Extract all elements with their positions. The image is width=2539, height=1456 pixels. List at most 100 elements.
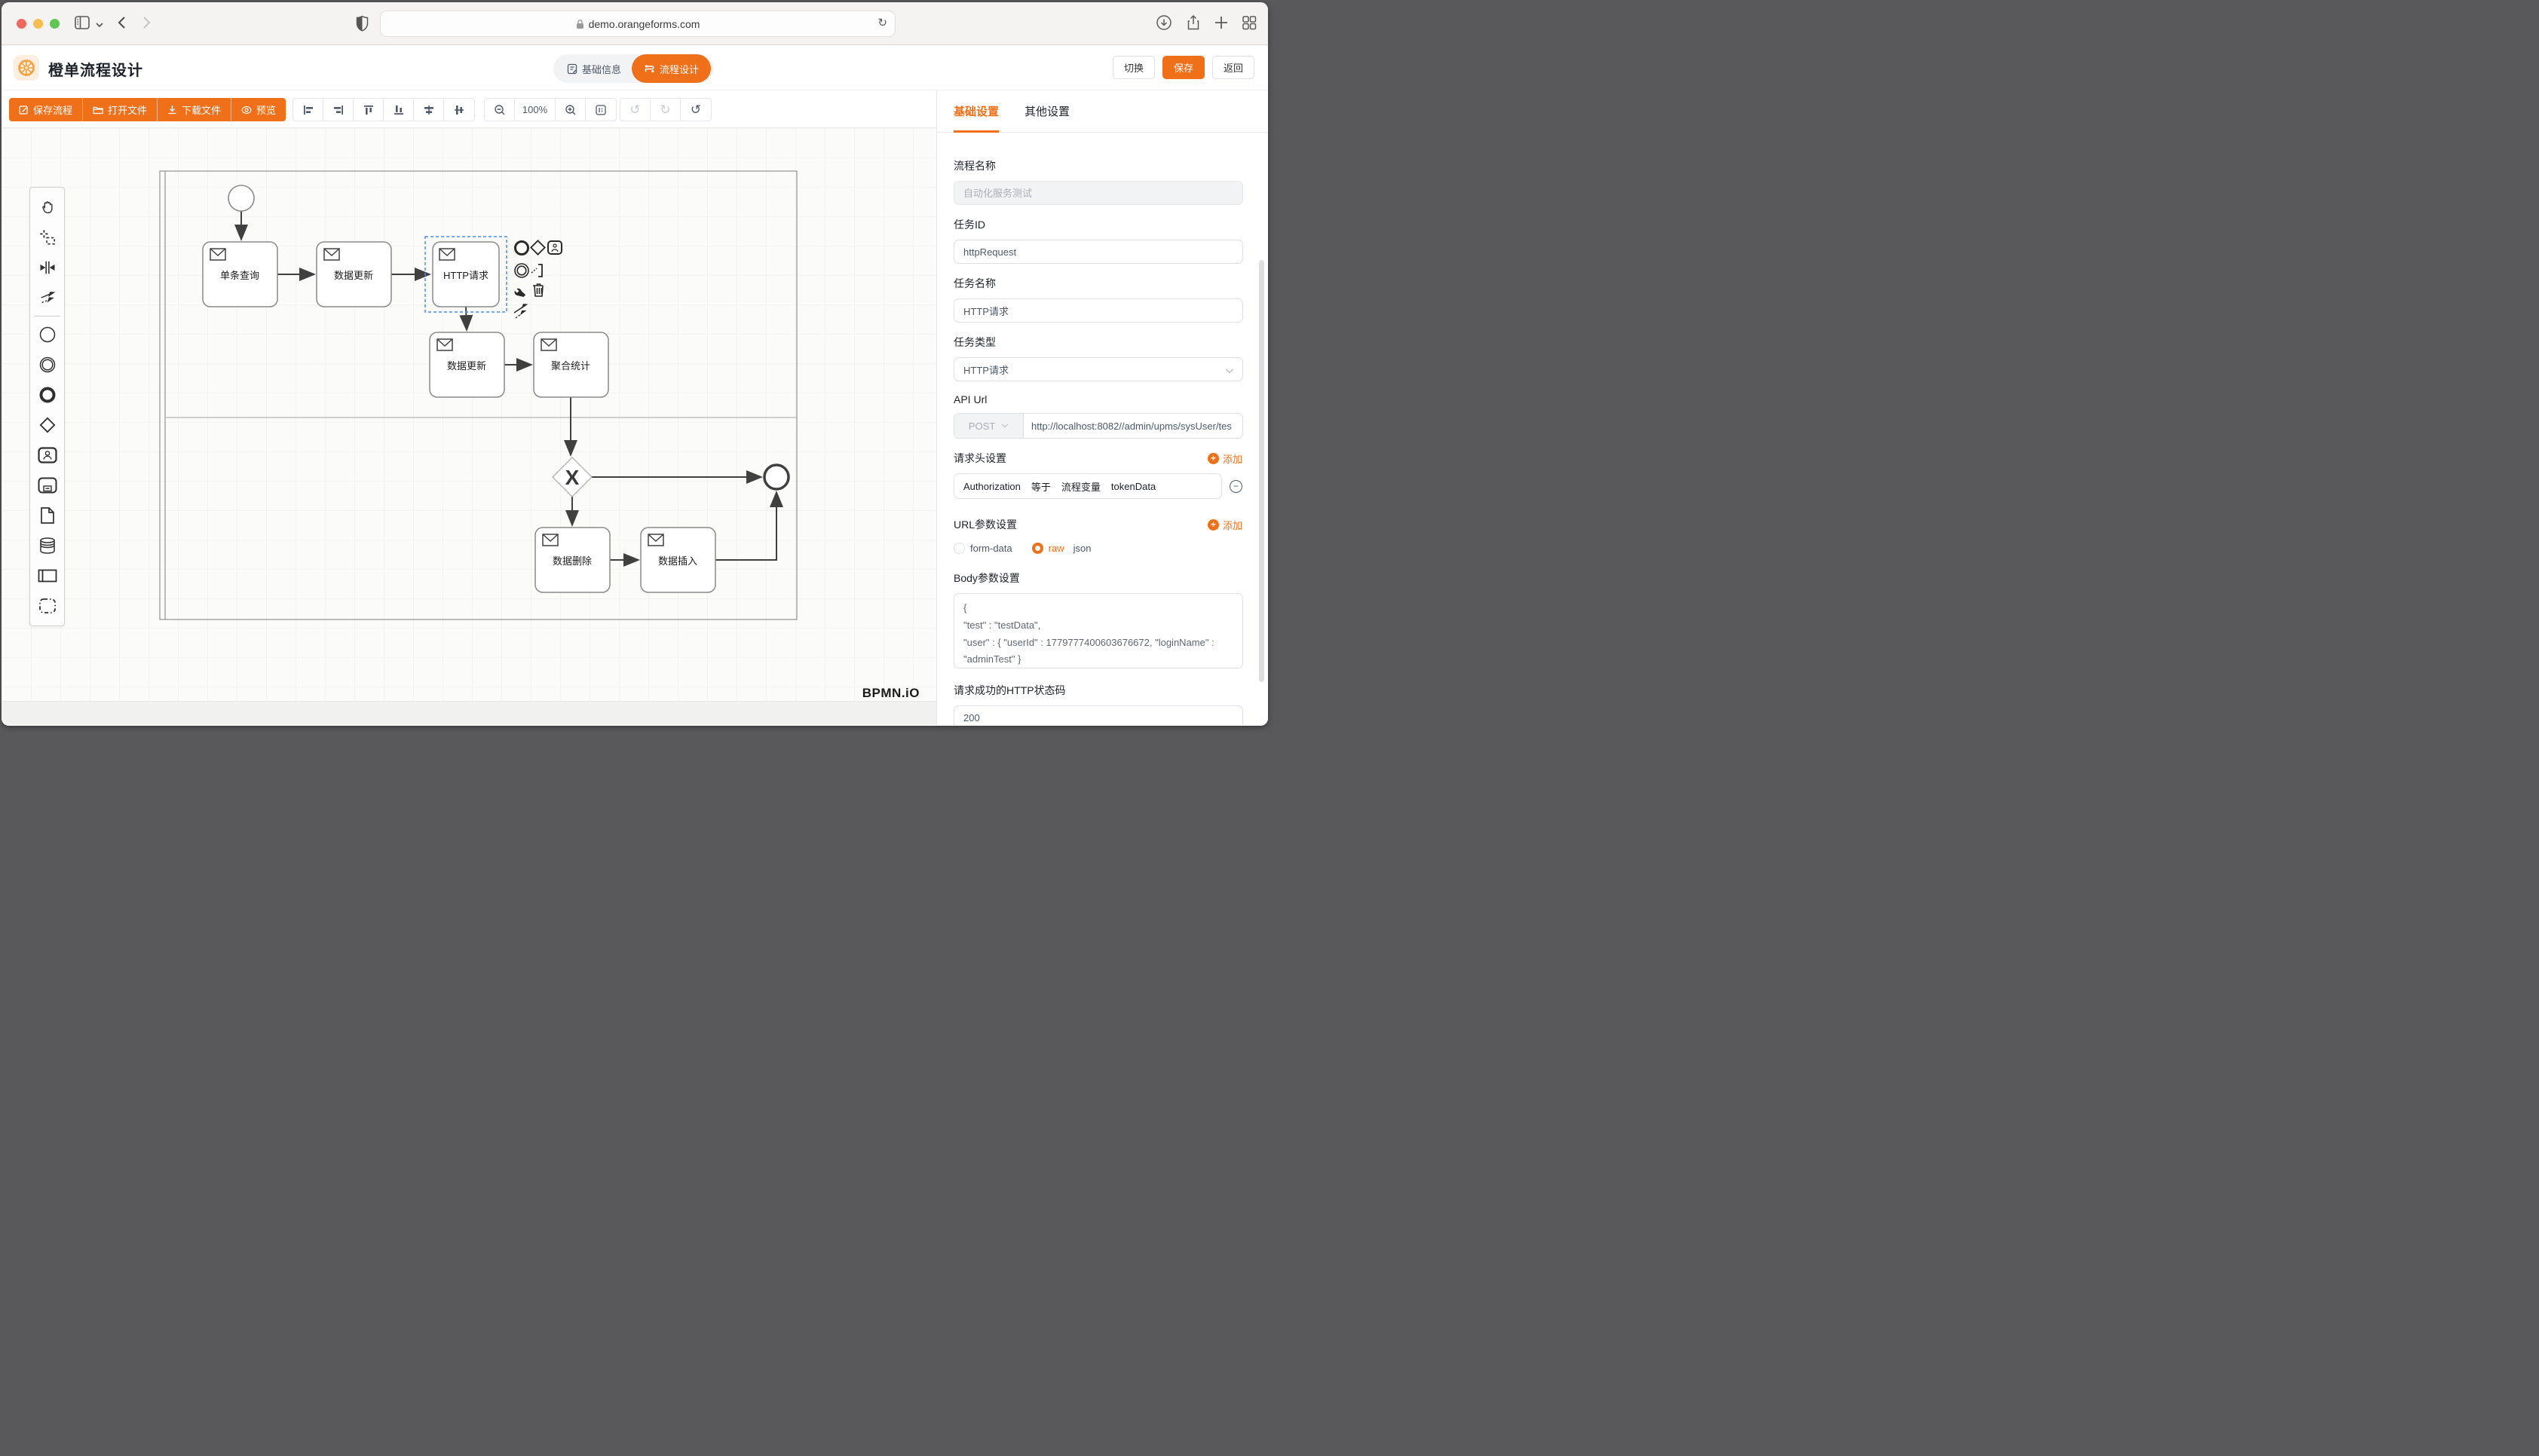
body-params-textarea[interactable]: { "test" : "testData", "user" : { "userI… xyxy=(954,593,1243,668)
http-method-select[interactable]: POST xyxy=(954,414,1024,438)
radio-icon xyxy=(954,543,965,554)
task-type-value[interactable] xyxy=(954,357,1243,381)
save-button[interactable]: 保存 xyxy=(1162,56,1205,79)
zoom-out-button[interactable] xyxy=(485,99,515,121)
task-name-input[interactable] xyxy=(954,298,1243,323)
flow-insert-to-end[interactable] xyxy=(715,494,776,560)
add-label: 添加 xyxy=(1223,451,1242,466)
app-logo xyxy=(14,55,39,81)
align-right-icon[interactable] xyxy=(323,99,354,121)
tab-other-settings[interactable]: 其他设置 xyxy=(1024,90,1070,132)
task-update-2[interactable]: 数据更新 xyxy=(430,332,504,397)
radio-form-data[interactable]: form-data xyxy=(954,543,1012,554)
bpmn-diagram[interactable]: 单条查询 数据更新 HTTP请求 xyxy=(2,128,936,701)
api-url-input[interactable]: http://localhost:8082//admin/upms/sysUse… xyxy=(1024,414,1242,438)
task-aggregate-label: 聚合统计 xyxy=(551,360,590,372)
tab-process-design[interactable]: 流程设计 xyxy=(632,54,711,83)
edit-icon xyxy=(19,105,29,115)
task-aggregate[interactable]: 聚合统计 xyxy=(534,332,608,397)
url-text: demo.orangeforms.com xyxy=(589,18,700,30)
flow-http-to-update2[interactable] xyxy=(466,307,467,329)
minimize-window-button[interactable] xyxy=(33,19,43,29)
download-file-button[interactable]: 下载文件 xyxy=(158,98,231,121)
task-delete[interactable]: 数据删除 xyxy=(535,528,610,592)
zoom-in-button[interactable] xyxy=(556,99,586,121)
header-operator: 等于 xyxy=(1031,479,1051,494)
download-icon[interactable] xyxy=(1156,14,1172,35)
append-end-event-icon[interactable] xyxy=(516,242,528,255)
align-vcenter-icon[interactable] xyxy=(444,99,474,121)
task-type-select[interactable] xyxy=(954,357,1243,381)
app-header: 橙单流程设计 基础信息 流程设计 切换 保存 返回 xyxy=(2,45,1268,90)
panel-scrollbar[interactable] xyxy=(1259,260,1264,682)
task-id-label: 任务ID xyxy=(954,217,1242,232)
raw-type-json[interactable]: json xyxy=(1073,543,1092,554)
align-hcenter-icon[interactable] xyxy=(414,99,444,121)
tab-basic-info[interactable]: 基础信息 xyxy=(556,57,632,81)
view-switcher: 基础信息 流程设计 xyxy=(553,54,714,83)
preview-label: 预览 xyxy=(256,102,276,117)
switch-button[interactable]: 切换 xyxy=(1113,56,1155,79)
preview-button[interactable]: 预览 xyxy=(231,98,286,121)
chevron-down-icon[interactable] xyxy=(95,19,104,32)
append-user-task-icon[interactable] xyxy=(548,241,562,254)
exclusive-gateway-node[interactable]: X xyxy=(553,457,592,497)
start-event-node[interactable] xyxy=(228,185,254,211)
process-name-input xyxy=(954,181,1243,205)
task-query[interactable]: 单条查询 xyxy=(203,242,277,307)
bpmn-io-watermark[interactable]: BPMN.iO xyxy=(862,686,920,702)
success-code-input[interactable] xyxy=(954,705,1243,725)
back-button[interactable]: 返回 xyxy=(1212,56,1254,79)
bpmn-canvas: 保存流程 打开文件 下载文件 预览 xyxy=(2,90,936,725)
fit-viewport-button[interactable] xyxy=(586,99,616,121)
align-top-icon[interactable] xyxy=(354,99,384,121)
new-tab-icon[interactable] xyxy=(1214,15,1229,34)
align-left-icon[interactable] xyxy=(293,99,323,121)
request-header-row[interactable]: Authorization 等于 流程变量 tokenData xyxy=(954,473,1222,499)
save-flow-button[interactable]: 保存流程 xyxy=(9,98,83,121)
task-update-1[interactable]: 数据更新 xyxy=(317,242,391,307)
request-header-label: 请求头设置 xyxy=(954,451,1006,466)
body-params-label: Body参数设置 xyxy=(954,570,1242,586)
properties-panel: 基础设置 其他设置 流程名称 任务ID 任务名称 任务类型 API Url xyxy=(936,90,1268,725)
share-icon[interactable] xyxy=(1185,14,1202,35)
shield-icon[interactable] xyxy=(356,15,369,35)
api-url-label: API Url xyxy=(954,393,1242,405)
open-file-button[interactable]: 打开文件 xyxy=(83,98,158,121)
reset-icon[interactable]: ↺︎ xyxy=(681,99,711,121)
append-gateway-icon[interactable] xyxy=(531,240,544,254)
add-url-param-button[interactable]: +添加 xyxy=(1208,518,1242,532)
sidebar-icon[interactable] xyxy=(74,14,90,35)
wrench-icon[interactable] xyxy=(515,289,526,297)
canvas-footer-strip xyxy=(2,701,936,725)
align-bottom-icon[interactable] xyxy=(384,99,414,121)
radio-raw[interactable]: raw xyxy=(1032,543,1064,554)
tab-basic-settings[interactable]: 基础设置 xyxy=(954,90,999,132)
refresh-icon[interactable]: ↻ xyxy=(877,16,887,29)
tab-process-design-label: 流程设计 xyxy=(660,62,699,76)
back-icon[interactable] xyxy=(115,14,130,35)
task-query-label: 单条查询 xyxy=(220,270,259,281)
browser-window: demo.orangeforms.com ↻ 橙单流程设计 基础信息 xyxy=(2,2,1268,726)
task-http-request[interactable]: HTTP请求 xyxy=(425,237,507,312)
redo-icon: ↻ xyxy=(651,99,681,121)
tab-overview-icon[interactable] xyxy=(1241,14,1257,35)
trash-icon[interactable] xyxy=(533,284,543,296)
context-pad xyxy=(514,240,562,318)
connect-icon[interactable] xyxy=(514,304,527,318)
zoom-window-button[interactable] xyxy=(50,19,60,29)
header-key: Authorization xyxy=(963,481,1021,492)
tab-basic-info-label: 基础信息 xyxy=(582,62,621,76)
text-annotation-icon[interactable] xyxy=(531,265,542,277)
remove-header-button[interactable]: − xyxy=(1230,480,1242,493)
append-intermediate-event-icon[interactable] xyxy=(515,264,528,277)
end-event-node[interactable] xyxy=(764,465,789,489)
browser-chrome: demo.orangeforms.com ↻ xyxy=(2,2,1268,45)
address-bar[interactable]: demo.orangeforms.com ↻ xyxy=(380,11,896,37)
diagram-area[interactable]: 单条查询 数据更新 HTTP请求 xyxy=(2,128,936,725)
add-request-header-button[interactable]: +添加 xyxy=(1208,451,1242,466)
raw-type-json-label: json xyxy=(1073,543,1092,554)
close-window-button[interactable] xyxy=(17,19,26,29)
task-id-input[interactable] xyxy=(954,240,1243,264)
task-insert[interactable]: 数据插入 xyxy=(641,528,715,592)
